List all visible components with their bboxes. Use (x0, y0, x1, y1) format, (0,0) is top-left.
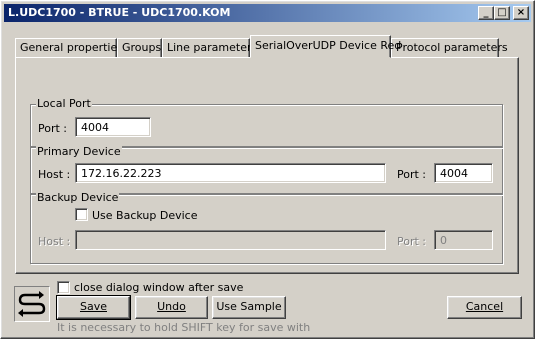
tab-serialoverudp-device-red[interactable]: SerialOverUDP Device Red (250, 35, 401, 58)
tab-label: SerialOverUDP Device Red (255, 39, 402, 52)
tab-panel (15, 57, 519, 274)
close-icon: × (516, 7, 526, 18)
maximize-button[interactable]: □ (494, 6, 510, 20)
title-bar[interactable]: L.UDC1700 - BTRUE - UDC1700.KOM _ □ × (4, 4, 531, 22)
tab-label: Groups (122, 41, 162, 54)
tab-general-properties[interactable]: General properties (15, 38, 123, 57)
tab-line-parameters[interactable]: Line parameters (162, 38, 257, 57)
close-after-save-checkbox[interactable] (57, 281, 70, 294)
transfer-arrows-icon (14, 286, 50, 322)
cancel-button[interactable]: Cancel (447, 296, 522, 319)
tab-label: General properties (20, 41, 123, 54)
cancel-button-label: Cancel (465, 300, 504, 313)
minimize-button[interactable]: _ (478, 6, 494, 20)
save-button[interactable]: Save (56, 295, 131, 320)
undo-button[interactable]: Undo (135, 296, 208, 319)
tab-label: Protocol parameters (396, 41, 508, 54)
minimize-icon: _ (483, 7, 489, 18)
close-button[interactable]: × (513, 6, 529, 20)
use-sample-button[interactable]: Use Sample (212, 296, 286, 319)
dialog-window: L.UDC1700 - BTRUE - UDC1700.KOM _ □ × Ge… (0, 0, 535, 339)
save-button-label: Save (79, 300, 107, 313)
close-after-save-label[interactable]: close dialog window after save (74, 281, 243, 294)
save-hint-text: It is necessary to hold SHIFT key for sa… (57, 321, 311, 334)
use-sample-button-label: Use Sample (216, 300, 282, 313)
tab-protocol-parameters[interactable]: Protocol parameters (391, 38, 508, 57)
undo-button-label: Undo (157, 300, 186, 313)
tab-groups[interactable]: Groups (117, 38, 162, 57)
maximize-icon: □ (497, 7, 507, 18)
transfer-arrows-icon-graphic (18, 291, 46, 317)
window-title: L.UDC1700 - BTRUE - UDC1700.KOM (8, 6, 231, 19)
tab-label: Line parameters (167, 41, 258, 54)
